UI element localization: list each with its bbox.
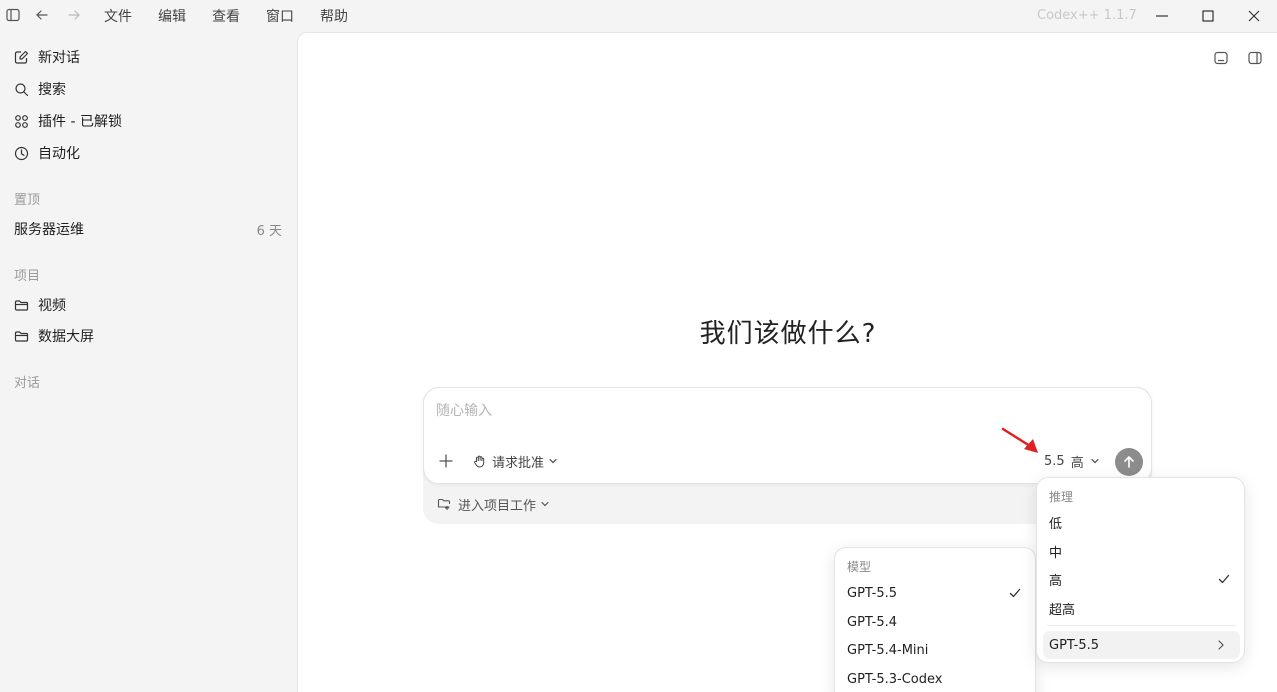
grid-icon xyxy=(14,114,29,129)
sidebar-item-label: 自动化 xyxy=(38,146,80,162)
section-conversations-label: 对话 xyxy=(14,376,41,391)
add-attachment-button[interactable] xyxy=(438,453,454,469)
reasoning-option-high[interactable]: 高 xyxy=(1043,566,1240,592)
enter-project-dropdown[interactable]: 进入项目工作 xyxy=(437,495,550,514)
sidebar-toggle-icon[interactable] xyxy=(6,8,22,24)
send-button[interactable] xyxy=(1115,448,1143,476)
model-option-gpt-5-4[interactable]: GPT-5.4 xyxy=(841,609,1031,635)
reasoning-value: 高 xyxy=(1070,455,1084,471)
reasoning-menu: 推理 低 中 高 超高 GPT-5.5 xyxy=(1036,477,1245,663)
reasoning-option-low[interactable]: 低 xyxy=(1043,509,1240,535)
forward-arrow-icon[interactable] xyxy=(67,8,83,24)
model-option-label: GPT-5.5 xyxy=(847,585,898,601)
menu-file[interactable]: 文件 xyxy=(104,6,132,26)
back-arrow-icon[interactable] xyxy=(35,8,51,24)
section-pinned-label: 置顶 xyxy=(14,193,41,208)
chevron-down-icon xyxy=(548,456,558,466)
folder-add-icon xyxy=(437,497,451,511)
project-item-dashboard[interactable]: 数据大屏 xyxy=(14,325,94,347)
check-icon xyxy=(1008,586,1022,600)
project-item-video[interactable]: 视频 xyxy=(14,294,66,316)
pinned-item-server-ops[interactable]: 服务器运维 6 天 xyxy=(14,218,282,240)
model-menu-label: 模型 xyxy=(847,560,872,574)
terminal-panel-icon[interactable] xyxy=(1213,50,1229,66)
menu-edit[interactable]: 编辑 xyxy=(158,6,186,26)
sidebar-item-plugins[interactable]: 插件 - 已解锁 xyxy=(14,110,122,132)
model-submenu-trigger[interactable]: GPT-5.5 xyxy=(1043,631,1240,659)
model-option-gpt-5-3-codex[interactable]: GPT-5.3-Codex xyxy=(841,666,1031,692)
reasoning-option-label: 高 xyxy=(1049,573,1063,589)
compose-icon xyxy=(14,50,29,65)
section-projects-label: 项目 xyxy=(14,269,41,284)
sidebar: 新对话 搜索 插件 - 已解锁 自动化 置顶 服务器运维 6 天 项目 视频 数… xyxy=(0,32,297,692)
hand-icon xyxy=(472,454,487,469)
menu-view[interactable]: 查看 xyxy=(212,6,240,26)
folder-icon xyxy=(14,298,29,313)
side-panel-icon[interactable] xyxy=(1247,50,1263,66)
model-submenu-label: GPT-5.5 xyxy=(1049,637,1100,653)
sidebar-item-search[interactable]: 搜索 xyxy=(14,78,66,100)
title-bar: 文件 编辑 查看 窗口 帮助 Codex++ 1.1.7 xyxy=(0,0,1277,32)
model-option-label: GPT-5.3-Codex xyxy=(847,671,943,687)
reasoning-option-extra-high[interactable]: 超高 xyxy=(1043,595,1240,621)
menu-bar: 文件 编辑 查看 窗口 帮助 xyxy=(104,0,374,32)
minimize-icon[interactable] xyxy=(1154,8,1170,24)
page-title: 我们该做什么? xyxy=(699,319,877,349)
approval-mode-dropdown[interactable]: 请求批准 xyxy=(472,451,558,471)
reasoning-option-label: 低 xyxy=(1049,516,1063,532)
menu-divider xyxy=(1047,625,1236,626)
project-item-label: 数据大屏 xyxy=(38,329,94,345)
search-icon xyxy=(14,82,29,97)
pinned-item-label: 服务器运维 xyxy=(14,222,84,238)
sidebar-item-label: 新对话 xyxy=(38,50,80,66)
app-title: Codex++ 1.1.7 xyxy=(1037,8,1137,23)
model-value: 5.5 xyxy=(1044,453,1065,469)
reasoning-option-label: 超高 xyxy=(1049,602,1076,618)
menu-window[interactable]: 窗口 xyxy=(266,6,294,26)
model-reasoning-dropdown[interactable]: 5.5 高 xyxy=(1044,451,1100,471)
model-option-gpt-5-4-mini[interactable]: GPT-5.4-Mini xyxy=(841,637,1031,663)
chevron-down-icon xyxy=(1090,456,1100,466)
pinned-item-age: 6 天 xyxy=(256,223,282,239)
chevron-down-icon xyxy=(540,499,550,509)
menu-help[interactable]: 帮助 xyxy=(320,6,348,26)
enter-project-label: 进入项目工作 xyxy=(458,498,537,514)
folder-icon xyxy=(14,329,29,344)
approval-mode-label: 请求批准 xyxy=(492,455,545,471)
sidebar-item-label: 插件 - 已解锁 xyxy=(38,114,122,130)
annotation-arrow-icon xyxy=(1000,426,1044,456)
close-icon[interactable] xyxy=(1246,8,1262,24)
sidebar-item-new-chat[interactable]: 新对话 xyxy=(14,46,80,68)
sidebar-item-automation[interactable]: 自动化 xyxy=(14,142,80,164)
model-menu: 模型 GPT-5.5 GPT-5.4 GPT-5.4-Mini GPT-5.3-… xyxy=(834,547,1036,692)
check-icon xyxy=(1217,572,1231,586)
reasoning-option-medium[interactable]: 中 xyxy=(1043,538,1240,564)
model-option-label: GPT-5.4 xyxy=(847,614,898,630)
message-input[interactable] xyxy=(436,400,1036,422)
sidebar-item-label: 搜索 xyxy=(38,82,66,98)
maximize-icon[interactable] xyxy=(1200,8,1216,24)
model-option-gpt-5-5[interactable]: GPT-5.5 xyxy=(841,580,1031,606)
chevron-right-icon xyxy=(1214,638,1228,652)
reasoning-menu-label: 推理 xyxy=(1049,490,1074,504)
project-item-label: 视频 xyxy=(38,298,66,314)
arrow-up-icon xyxy=(1122,455,1136,469)
clock-icon xyxy=(14,146,29,161)
model-option-label: GPT-5.4-Mini xyxy=(847,642,929,658)
reasoning-option-label: 中 xyxy=(1049,545,1063,561)
